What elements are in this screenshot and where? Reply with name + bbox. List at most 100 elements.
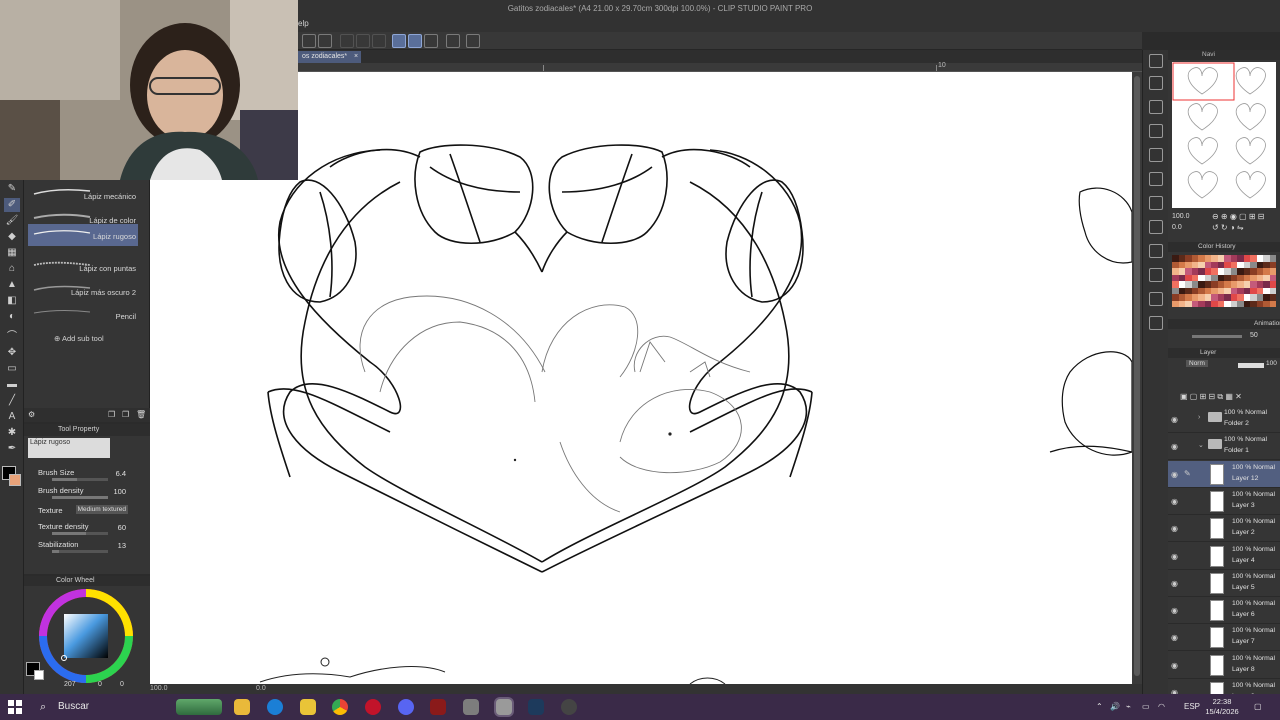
zoom-out-icon[interactable]: ⊖ ⊕ ◉ ▢ ⊞ ⊟ — [1212, 212, 1264, 221]
blend-tool-icon[interactable]: ◐ — [4, 310, 20, 324]
gradient-tool-icon[interactable]: ▬ — [4, 378, 20, 392]
navigator-preview[interactable] — [1172, 62, 1276, 208]
wifi-icon[interactable]: ◠ — [1158, 694, 1165, 720]
clear-icon[interactable] — [356, 34, 370, 48]
texture-density-slider[interactable] — [52, 532, 108, 535]
auto-action-icon[interactable] — [1149, 292, 1163, 306]
brush-lapiz-rugoso[interactable]: Lápiz rugoso — [28, 224, 138, 246]
brush-pencil[interactable]: Pencil — [28, 304, 138, 326]
airbrush-tool-icon[interactable]: ◆ — [4, 230, 20, 244]
navigator-icon[interactable] — [1149, 54, 1163, 68]
fill-tool-icon[interactable]: ▲ — [4, 278, 20, 292]
opera-icon[interactable] — [365, 699, 381, 715]
tray-overflow-icon[interactable]: ⌃ — [1096, 694, 1103, 720]
timeline-icon[interactable] — [1149, 220, 1163, 234]
pencil-tool-icon[interactable]: ✐ — [4, 198, 20, 212]
crop-icon[interactable] — [318, 34, 332, 48]
layer-row[interactable]: ◉ 100 % Normal Layer 3 — [1168, 488, 1280, 515]
fill-icon[interactable] — [372, 34, 386, 48]
layer-folder-row[interactable]: ◉ ⌄ 100 % Normal Folder 1 — [1168, 433, 1280, 461]
texture-value[interactable]: Medium textured — [75, 505, 128, 514]
new-layer-icon[interactable]: ▣ ▢ ⊞ ⊟ ⧉ ▦ ✕ — [1180, 392, 1242, 402]
opacity-value[interactable]: 100 — [1266, 360, 1277, 367]
pen-tool-icon[interactable]: ✎ — [4, 182, 20, 196]
delete-subtool-icon[interactable]: 🗑 — [136, 410, 146, 419]
vertical-scrollbar[interactable] — [1132, 72, 1142, 684]
copy-subtool-icon[interactable]: ❐ — [108, 410, 115, 419]
subtool-settings-icon[interactable]: ⚙ — [28, 410, 35, 419]
history-icon[interactable] — [1149, 268, 1163, 282]
visibility-eye-icon[interactable]: ◉ — [1171, 552, 1178, 561]
copilot-icon[interactable] — [234, 699, 250, 715]
close-panel-icon[interactable] — [1149, 148, 1163, 162]
brush-lapiz-mas-oscuro-2[interactable]: Lápiz más oscuro 2 — [28, 280, 138, 302]
layer-row[interactable]: ◉ 100 % Normal Layer 4 — [1168, 543, 1280, 570]
ruler-icon[interactable] — [446, 34, 460, 48]
layer-folder-row[interactable]: ◉ › 100 % Normal Folder 2 — [1168, 406, 1280, 433]
texture-row[interactable]: Texture Medium textured — [38, 505, 138, 522]
file-explorer-icon[interactable] — [300, 699, 316, 715]
info-icon[interactable] — [1149, 100, 1163, 114]
figure-tool-icon[interactable]: ⌂ — [4, 262, 20, 276]
visibility-eye-icon[interactable]: ◉ — [1171, 470, 1178, 479]
color-wheel-sub-swatch[interactable] — [34, 670, 44, 680]
visibility-eye-icon[interactable]: ◉ — [1171, 633, 1178, 642]
visibility-eye-icon[interactable]: ◉ — [1171, 442, 1178, 451]
layer-row[interactable]: ◉ ✎ 100 % Normal Layer 12 — [1168, 460, 1280, 488]
brush-tool-icon[interactable]: 🖌 — [4, 214, 20, 228]
chevron-down-icon[interactable]: ⌄ — [1198, 441, 1204, 449]
visibility-eye-icon[interactable]: ◉ — [1171, 497, 1178, 506]
rotate-icon[interactable]: ↺ ↻ ◑ ⇋ — [1212, 223, 1244, 232]
windows-start-icon[interactable] — [8, 700, 22, 714]
hue-readout[interactable]: 207 — [64, 681, 76, 688]
sub-view-icon[interactable] — [1149, 76, 1163, 90]
snap-grid-icon[interactable] — [424, 34, 438, 48]
brush-density-value[interactable]: 100 — [113, 487, 126, 496]
network-icon[interactable]: ⌁ — [1126, 694, 1131, 720]
brush-size-value[interactable]: 6.4 — [116, 469, 126, 478]
stabilization-row[interactable]: Stabilization 13 — [38, 540, 138, 556]
stabilization-slider[interactable] — [52, 550, 108, 553]
clock[interactable]: 22:38 15/4/2026 — [1202, 697, 1242, 717]
eraser-tool-icon[interactable]: ◧ — [4, 294, 20, 308]
scrollbar-thumb[interactable] — [1134, 76, 1140, 676]
lasso-tool-icon[interactable]: ⌒ — [4, 330, 20, 344]
navigator-zoom[interactable]: 100.0 — [1172, 213, 1190, 220]
discord-icon[interactable] — [398, 699, 414, 715]
brush-lapiz-mecanico[interactable]: Lápiz mecánico — [28, 184, 138, 206]
color-history-swatch[interactable] — [1269, 300, 1276, 307]
sparkle-tool-icon[interactable]: ✱ — [4, 426, 20, 440]
visibility-eye-icon[interactable]: ◉ — [1171, 524, 1178, 533]
zoom-readout[interactable]: 100.0 — [150, 684, 168, 694]
angle-readout[interactable]: 0.0 — [256, 684, 266, 694]
menu-help[interactable]: elp — [298, 19, 309, 28]
snap-special-icon[interactable] — [408, 34, 422, 48]
transform-icon[interactable] — [340, 34, 354, 48]
steam-icon[interactable] — [528, 699, 544, 715]
battery-icon[interactable]: ▭ — [1142, 694, 1150, 720]
item-bank-icon[interactable] — [1149, 316, 1163, 330]
obs-icon[interactable] — [561, 699, 577, 715]
document-tab[interactable]: os zodiacales* × — [298, 51, 362, 63]
visibility-eye-icon[interactable]: ◉ — [1171, 606, 1178, 615]
animation-value[interactable]: 50 — [1250, 332, 1258, 339]
brush-size-slider[interactable] — [52, 478, 108, 481]
search-layer-icon[interactable] — [1149, 244, 1163, 258]
visibility-eye-icon[interactable]: ◉ — [1171, 415, 1178, 424]
eyedropper-tool-icon[interactable]: ✒ — [4, 442, 20, 456]
layer-row[interactable]: ◉ 100 % Normal Layer 2 — [1168, 515, 1280, 543]
stabilization-value[interactable]: 13 — [118, 541, 126, 550]
clip-studio-icon[interactable] — [463, 699, 479, 715]
visibility-eye-icon[interactable]: ◉ — [1171, 579, 1178, 588]
settings-icon[interactable] — [466, 34, 480, 48]
visibility-eye-icon[interactable]: ◉ — [1171, 661, 1178, 670]
line-tool-icon[interactable]: ╱ — [4, 394, 20, 408]
volume-icon[interactable]: 🔊 — [1110, 694, 1120, 720]
sub-color-swatch[interactable] — [9, 474, 21, 486]
text-tool-icon[interactable]: A — [4, 410, 20, 424]
chrome-icon[interactable] — [332, 699, 348, 715]
color-history-palette[interactable] — [1172, 255, 1276, 307]
color-set-icon[interactable] — [1149, 196, 1163, 210]
texture-density-row[interactable]: Texture density 60 — [38, 522, 138, 538]
hand-icon[interactable] — [302, 34, 316, 48]
